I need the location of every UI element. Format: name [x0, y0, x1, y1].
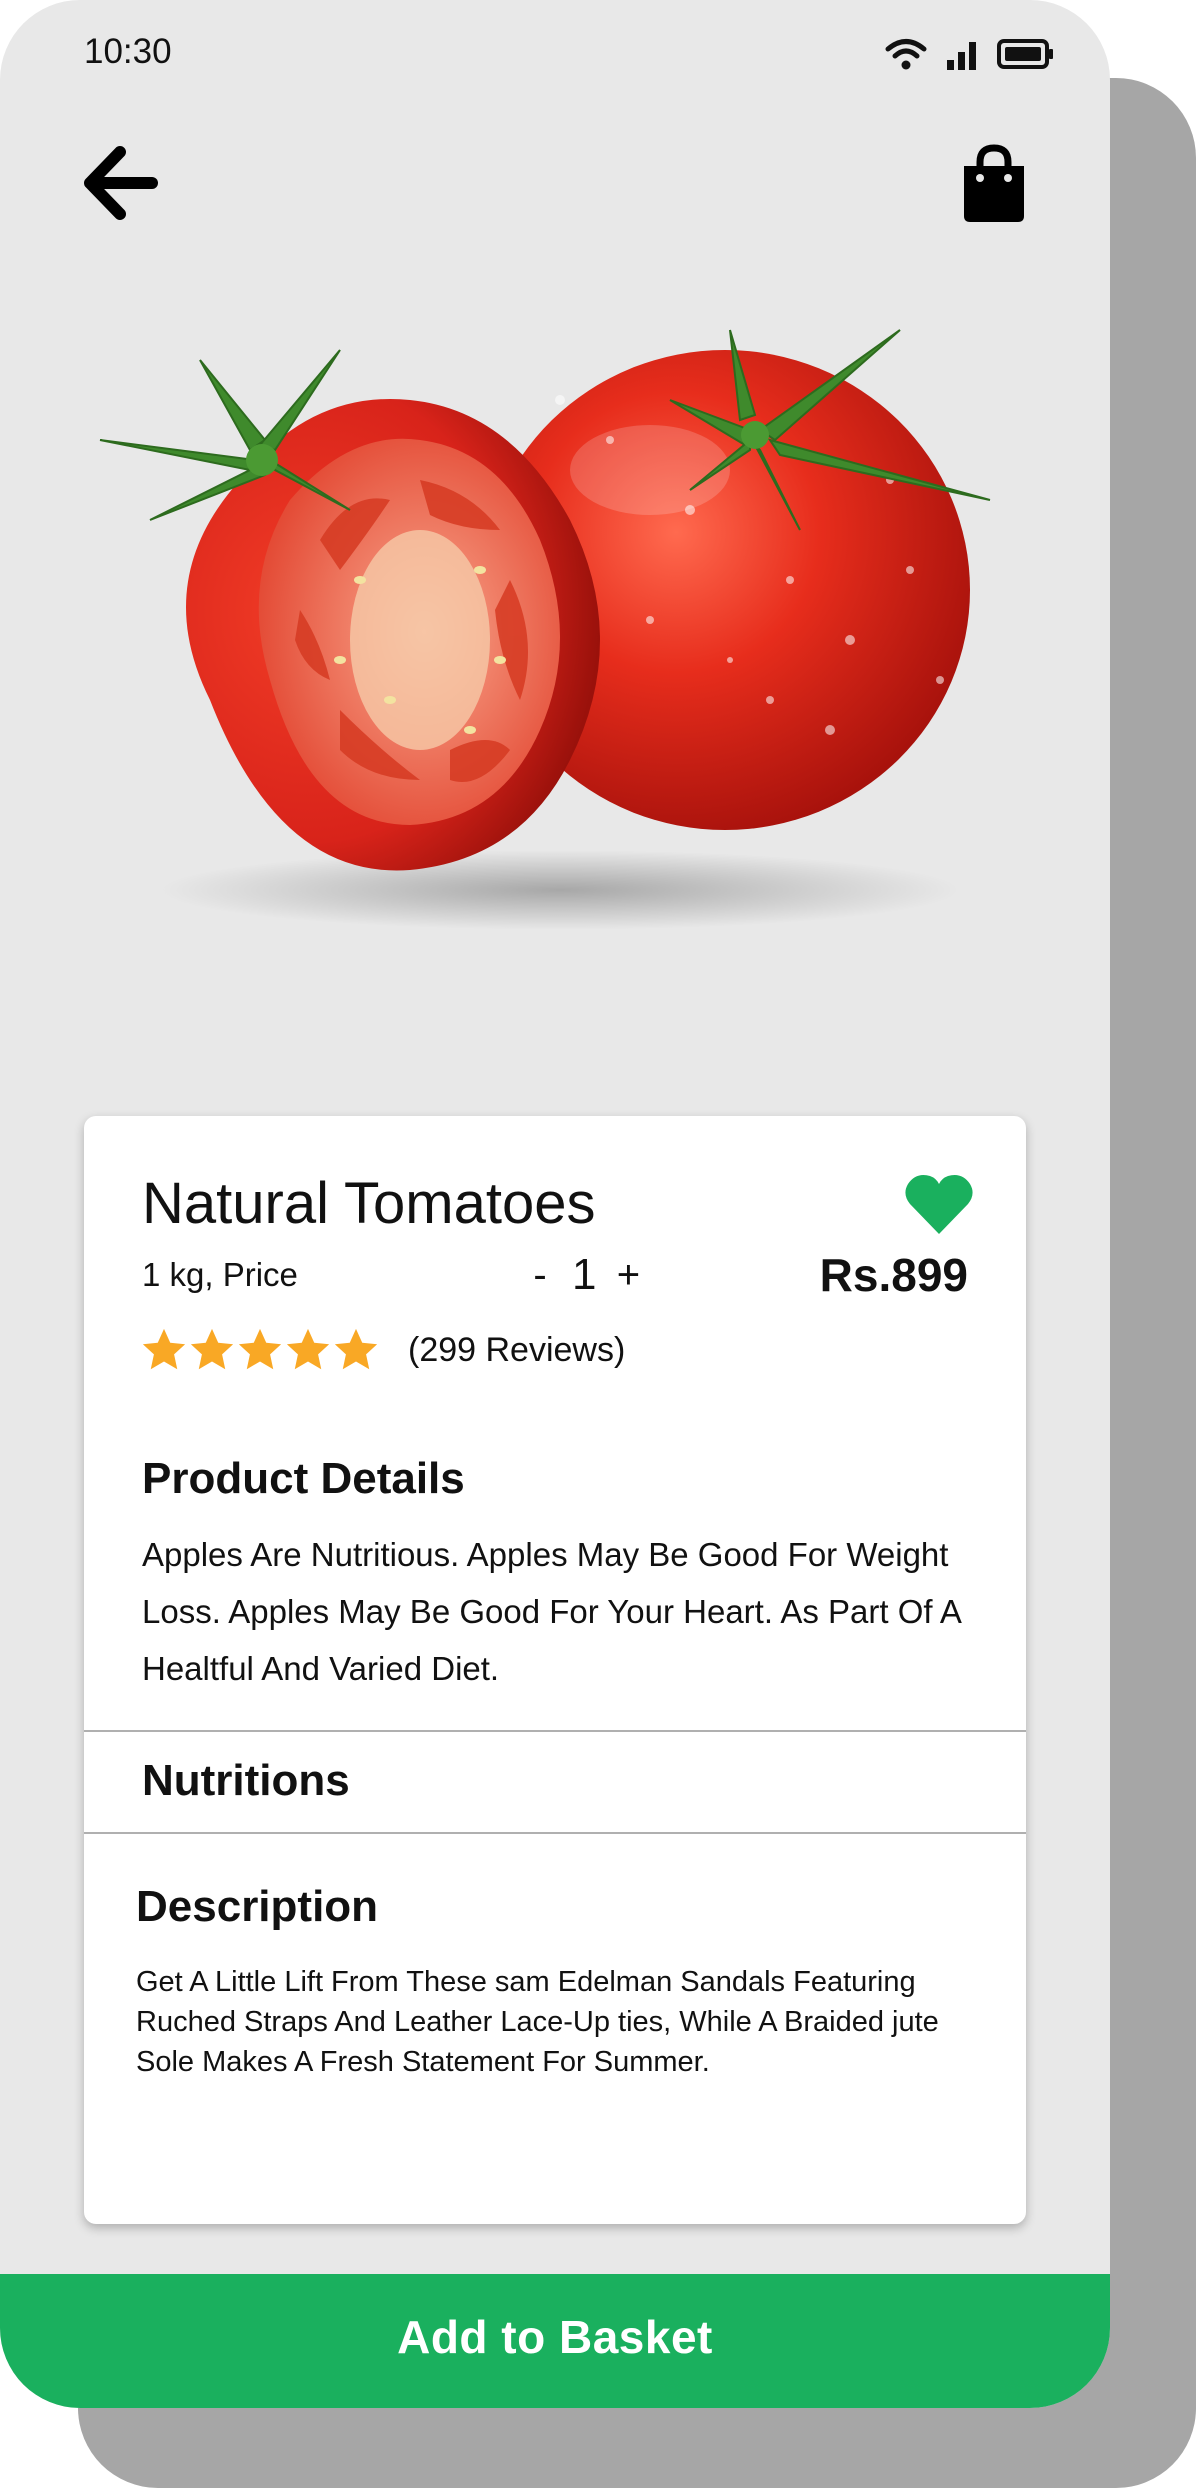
arrow-left-icon — [84, 146, 158, 220]
star-icon — [238, 1328, 282, 1370]
quantity-stepper: - 1 + — [522, 1250, 646, 1300]
shopping-bag-icon — [964, 144, 1024, 222]
product-image — [99, 329, 991, 930]
decrease-quantity-button[interactable]: - — [522, 1253, 558, 1298]
nutritions-heading: Nutritions — [142, 1756, 350, 1805]
description-heading: Description — [136, 1882, 379, 1931]
status-time: 10:30 — [84, 32, 172, 71]
product-title: Natural Tomatoes — [142, 1171, 596, 1236]
product-price: Rs.899 — [819, 1249, 968, 1301]
quantity-value: 1 — [572, 1250, 597, 1299]
description-text: Get A Little Lift From These sam Edelman… — [136, 1966, 939, 2078]
rating-stars — [140, 1326, 380, 1374]
star-icon — [142, 1328, 186, 1370]
star-icon — [190, 1328, 234, 1370]
wifi-icon — [885, 39, 927, 70]
unit-price-label: 1 kg, Price — [142, 1256, 298, 1293]
divider — [84, 1832, 1026, 1834]
screen: 10:30 Natural Tomatoes 1 kg, Price - 1 +… — [0, 0, 1196, 2488]
battery-icon — [997, 39, 1053, 69]
product-details-text: Apples Are Nutritious. Apples May Be Goo… — [142, 1536, 961, 1687]
heart-icon — [905, 1175, 973, 1234]
nutritions-row[interactable]: Nutritions — [84, 1732, 1026, 1832]
status-icons — [885, 38, 1055, 70]
signal-icon — [947, 42, 976, 70]
rating: (299 Reviews) — [140, 1326, 625, 1374]
favorite-button[interactable] — [904, 1172, 974, 1236]
product-card: Natural Tomatoes 1 kg, Price - 1 + Rs.89… — [84, 1116, 1026, 2224]
product-details-heading: Product Details — [142, 1454, 465, 1503]
reviews-count: (299 Reviews) — [408, 1330, 626, 1369]
cart-button[interactable] — [958, 144, 1030, 224]
increase-quantity-button[interactable]: + — [610, 1253, 646, 1298]
star-icon — [334, 1328, 378, 1370]
back-button[interactable] — [80, 142, 162, 224]
phone-frame: 10:30 Natural Tomatoes 1 kg, Price - 1 +… — [0, 0, 1110, 2408]
status-bar: 10:30 — [0, 0, 1110, 100]
star-icon — [286, 1328, 330, 1370]
add-to-basket-button[interactable]: Add to Basket — [0, 2274, 1110, 2408]
